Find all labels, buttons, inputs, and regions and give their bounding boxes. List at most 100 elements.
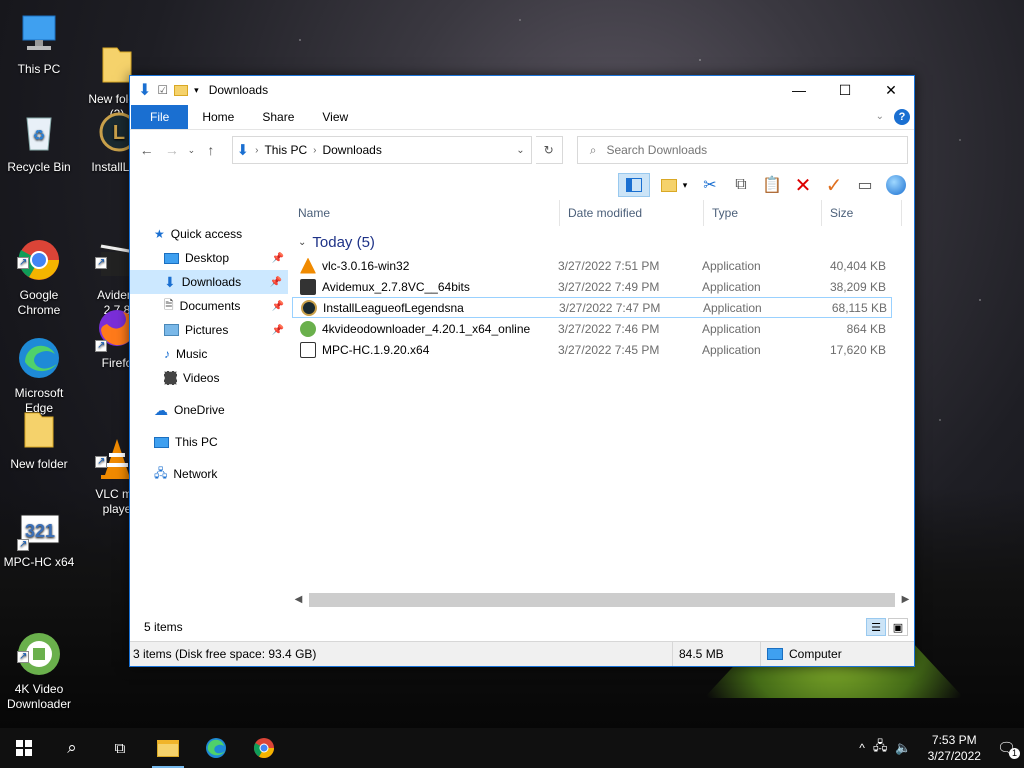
- table-row[interactable]: vlc-3.0.16-win32 3/27/2022 7:51 PM Appli…: [292, 255, 892, 276]
- table-row-selected[interactable]: InstallLeagueofLegendsna 3/27/2022 7:47 …: [292, 297, 892, 318]
- nav-network[interactable]: 🖧 Network: [130, 462, 290, 486]
- collapse-chevron-icon[interactable]: ⌄: [298, 237, 306, 248]
- file-name: 4kvideodownloader_4.20.1_x64_online: [322, 321, 531, 336]
- details-view-icon[interactable]: ☰: [866, 618, 886, 636]
- desktop-icon-recycle-bin[interactable]: ♻ Recycle Bin: [1, 108, 77, 175]
- show-hidden-icons-icon[interactable]: ^: [859, 741, 865, 755]
- forward-button[interactable]: →: [161, 142, 182, 158]
- expand-ribbon-icon[interactable]: ⌄: [876, 111, 884, 122]
- taskbar-file-explorer[interactable]: [144, 728, 192, 768]
- desktop-icon-chrome[interactable]: Google Chrome: [1, 206, 77, 318]
- nav-documents[interactable]: 🗎 Documents 📌: [130, 294, 290, 318]
- tab-home[interactable]: Home: [188, 105, 248, 129]
- nav-downloads[interactable]: ⬇ Downloads 📌: [130, 270, 288, 294]
- copy-icon[interactable]: ⧉: [729, 173, 753, 197]
- nav-desktop[interactable]: Desktop 📌: [130, 246, 290, 270]
- search-button[interactable]: ⌕: [48, 728, 96, 768]
- close-button[interactable]: ✕: [868, 76, 914, 104]
- tab-view[interactable]: View: [308, 105, 362, 129]
- search-input[interactable]: [606, 143, 887, 157]
- help-button[interactable]: ?: [894, 108, 910, 125]
- nav-label: Documents: [179, 299, 241, 313]
- up-button[interactable]: ↑: [200, 142, 221, 158]
- checkmark-icon[interactable]: ✓: [822, 173, 846, 197]
- paste-icon[interactable]: 📋: [760, 173, 784, 197]
- preview-pane-button[interactable]: [618, 173, 650, 197]
- desktop-icon-edge[interactable]: Microsoft Edge: [1, 304, 77, 416]
- file-date: 3/27/2022 7:47 PM: [559, 300, 661, 315]
- group-header-today[interactable]: ⌄ Today (5): [298, 234, 914, 251]
- column-date-modified[interactable]: Date modified: [560, 200, 704, 226]
- properties-icon[interactable]: ☑: [157, 83, 168, 97]
- nav-quick-access[interactable]: ★ Quick access: [130, 222, 290, 246]
- scrollbar-thumb[interactable]: [309, 592, 895, 607]
- recent-locations-button[interactable]: ⌄: [187, 145, 197, 156]
- pin-icon[interactable]: 📌: [270, 277, 282, 288]
- horizontal-scrollbar[interactable]: ◀ ▶: [290, 591, 914, 608]
- search-icon: ⌕: [67, 738, 77, 757]
- search-box[interactable]: ⌕: [576, 136, 909, 164]
- table-row[interactable]: 4kvideodownloader_4.20.1_x64_online 3/27…: [292, 318, 892, 339]
- desktop-icon-new-folder[interactable]: New folder: [1, 405, 77, 472]
- new-folder-tool-icon[interactable]: ▾: [657, 173, 691, 197]
- breadcrumb-this-pc[interactable]: This PC: [264, 143, 307, 157]
- cut-icon[interactable]: ✂: [698, 173, 722, 197]
- new-folder-icon[interactable]: [174, 84, 189, 96]
- back-button[interactable]: ←: [136, 142, 157, 158]
- scroll-right-icon[interactable]: ▶: [897, 594, 914, 605]
- file-date: 3/27/2022 7:51 PM: [558, 258, 660, 273]
- clock[interactable]: 7:53 PM 3/27/2022: [920, 732, 989, 764]
- nav-label: Downloads: [181, 275, 242, 289]
- desktop-icon-label: Firefo: [101, 356, 133, 370]
- chrome-icon: [15, 221, 63, 280]
- file-size: 68,115 KB: [831, 300, 887, 315]
- title-bar[interactable]: ⬇ ☑ ▾ Downloads — ☐ ✕: [130, 76, 914, 104]
- nav-pictures[interactable]: Pictures 📌: [130, 318, 290, 342]
- item-count: 5 items: [144, 620, 183, 634]
- file-explorer-window[interactable]: ⬇ ☑ ▾ Downloads — ☐ ✕ File Home Share Vi…: [129, 75, 915, 667]
- scroll-left-icon[interactable]: ◀: [290, 594, 307, 605]
- breadcrumb-downloads[interactable]: Downloads: [322, 143, 381, 157]
- address-dropdown-icon[interactable]: ⌄: [510, 145, 530, 156]
- delete-icon[interactable]: ✕: [791, 173, 815, 197]
- customize-toolbar-icon[interactable]: ▾: [194, 85, 199, 96]
- pin-icon[interactable]: 📌: [272, 253, 284, 264]
- table-row[interactable]: Avidemux_2.7.8VC__64bits 3/27/2022 7:49 …: [292, 276, 892, 297]
- desktop-icon-mpc-hc[interactable]: 321 MPC-HC x64: [1, 503, 77, 570]
- shortcut-arrow-icon: [17, 537, 29, 552]
- nav-music[interactable]: ♪ Music: [130, 342, 290, 366]
- desktop-icon-this-pc[interactable]: This PC: [1, 10, 77, 77]
- maximize-button[interactable]: ☐: [822, 76, 868, 104]
- notification-center-icon[interactable]: 🗨 1: [997, 739, 1020, 759]
- nav-videos[interactable]: Videos: [130, 366, 290, 390]
- task-view-button[interactable]: ⧉: [96, 728, 144, 768]
- taskbar-chrome[interactable]: [240, 728, 288, 768]
- column-size[interactable]: Size: [822, 200, 902, 226]
- pin-icon[interactable]: 📌: [272, 301, 284, 312]
- pin-icon[interactable]: 📌: [272, 325, 284, 336]
- selection-size: 84.5 MB: [672, 642, 760, 666]
- column-name[interactable]: Name: [290, 200, 560, 226]
- table-row[interactable]: MPC-HC.1.9.20.x64 3/27/2022 7:45 PM Appl…: [292, 339, 892, 360]
- minimize-button[interactable]: —: [776, 76, 822, 104]
- clock-date: 3/27/2022: [927, 749, 981, 763]
- tab-share[interactable]: Share: [248, 105, 308, 129]
- start-button[interactable]: [0, 728, 48, 768]
- refresh-button[interactable]: ↻: [535, 136, 563, 164]
- file-type: Application: [702, 258, 761, 273]
- file-size: 38,209 KB: [829, 279, 886, 294]
- nav-onedrive[interactable]: ☁ OneDrive: [130, 398, 290, 422]
- address-bar[interactable]: ⬇ › This PC › Downloads ⌄: [231, 136, 532, 164]
- tab-file[interactable]: File: [131, 104, 189, 129]
- taskbar: ⌕ ⧉ ^ 🖧 🔈 7:53 PM 3/27/2022 🗨 1: [0, 728, 1024, 768]
- vlc-file-icon: [300, 257, 316, 274]
- desktop-icon-4k-video[interactable]: 4K Video Downloader: [1, 600, 77, 712]
- network-icon[interactable]: 🖧: [873, 737, 888, 759]
- rename-icon[interactable]: ▭: [853, 173, 877, 197]
- globe-icon[interactable]: [884, 173, 908, 197]
- large-icons-view-icon[interactable]: ▣: [888, 618, 908, 636]
- taskbar-edge[interactable]: [192, 728, 240, 768]
- nav-this-pc[interactable]: This PC: [130, 430, 290, 454]
- volume-icon[interactable]: 🔈: [895, 740, 911, 756]
- column-type[interactable]: Type: [704, 200, 822, 226]
